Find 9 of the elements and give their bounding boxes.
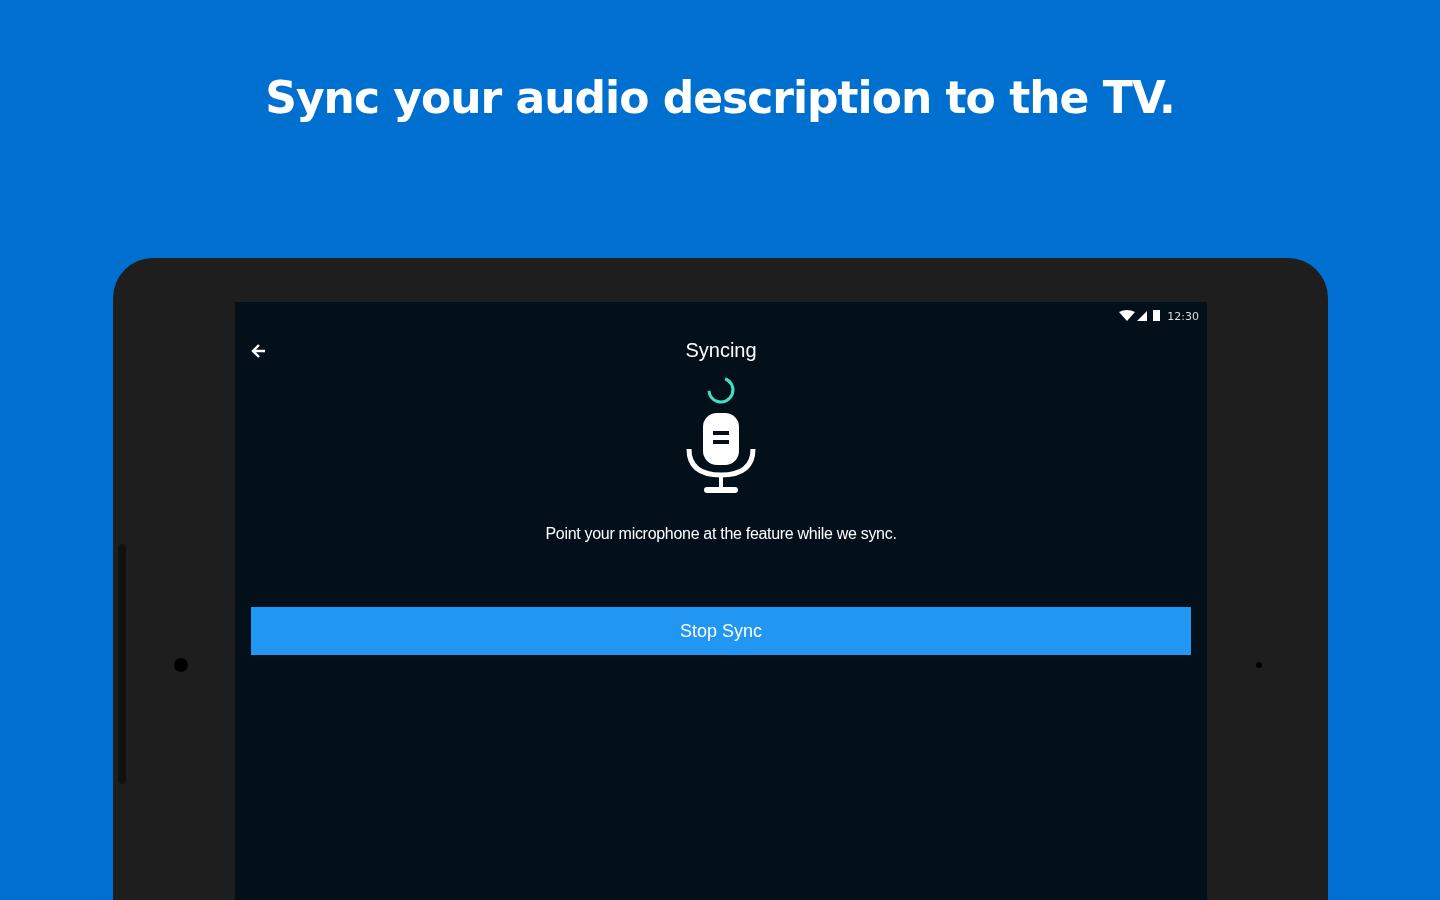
headline: Sync your audio description to the TV. [264, 72, 1176, 125]
screen-title: Syncing [685, 338, 757, 362]
sensor-dot [1256, 662, 1262, 669]
loading-spinner-icon [706, 375, 736, 406]
camera-dot [174, 658, 188, 673]
microphone-icon [686, 413, 756, 496]
stop-sync-button[interactable]: Stop Sync [251, 607, 1191, 656]
instruction-text: Point your microphone at the feature while we sync. [545, 525, 897, 544]
status-time: 12:30 [1167, 309, 1199, 323]
